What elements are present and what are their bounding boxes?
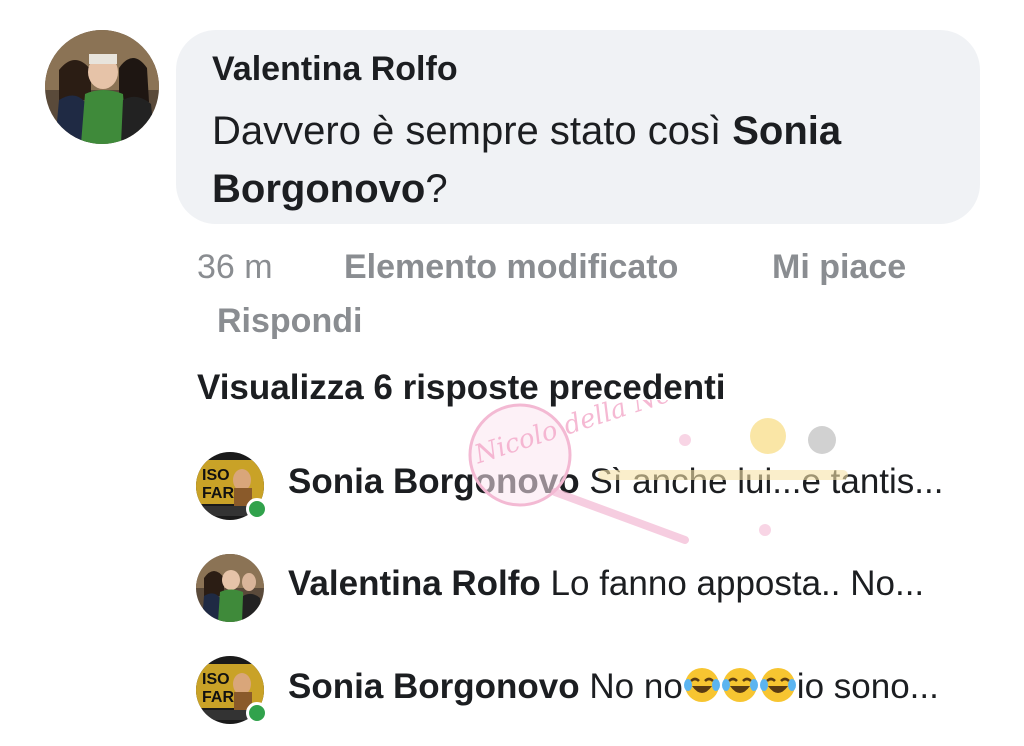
reply-text-start: No no [589, 667, 683, 706]
svg-text:ISO: ISO [202, 671, 230, 688]
reply-avatar[interactable] [196, 554, 264, 622]
comment-text: Davvero è sempre stato così Sonia Borgon… [212, 102, 952, 218]
reply-line: Sonia Borgonovo Sì anche lui...e tantis.… [288, 462, 943, 502]
reply-text[interactable]: Sì anche lui...e tantis... [589, 462, 943, 501]
comment-text-body: Davvero è sempre stato così [212, 109, 733, 153]
online-indicator [246, 498, 268, 520]
laughing-tears-emoji-icon [683, 668, 720, 702]
laughing-tears-emoji-icon [759, 668, 796, 702]
reply-author[interactable]: Valentina Rolfo [288, 564, 541, 603]
svg-text:FAR: FAR [202, 485, 234, 502]
commenter-avatar[interactable] [45, 30, 159, 144]
reply-text[interactable]: No no io sono... [589, 667, 938, 706]
svg-text:ISO: ISO [202, 467, 230, 484]
reply-line: Sonia Borgonovo No no io sono... [288, 666, 939, 707]
comment-author[interactable]: Valentina Rolfo [212, 50, 458, 89]
comment-text-end: ? [425, 167, 448, 211]
watermark-text: Nicolo della Neka [470, 400, 704, 471]
reply-author[interactable]: Sonia Borgonovo [288, 667, 580, 706]
reply-line: Valentina Rolfo Lo fanno apposta.. No... [288, 564, 924, 604]
reply-text-end: io sono... [796, 667, 939, 706]
laughing-tears-emoji-icon [721, 668, 758, 702]
svg-text:FAR: FAR [202, 689, 234, 706]
comment-bubble: Valentina Rolfo Davvero è sempre stato c… [176, 30, 980, 224]
like-button[interactable]: Mi piace [772, 248, 906, 287]
reply-button[interactable]: Rispondi [217, 302, 362, 341]
view-previous-replies[interactable]: Visualizza 6 risposte precedenti [197, 368, 725, 408]
reply-text[interactable]: Lo fanno apposta.. No... [551, 564, 925, 603]
reply-author[interactable]: Sonia Borgonovo [288, 462, 580, 501]
edited-label[interactable]: Elemento modificato [344, 248, 678, 287]
comment-time: 36 m [197, 248, 273, 286]
online-indicator [246, 702, 268, 724]
